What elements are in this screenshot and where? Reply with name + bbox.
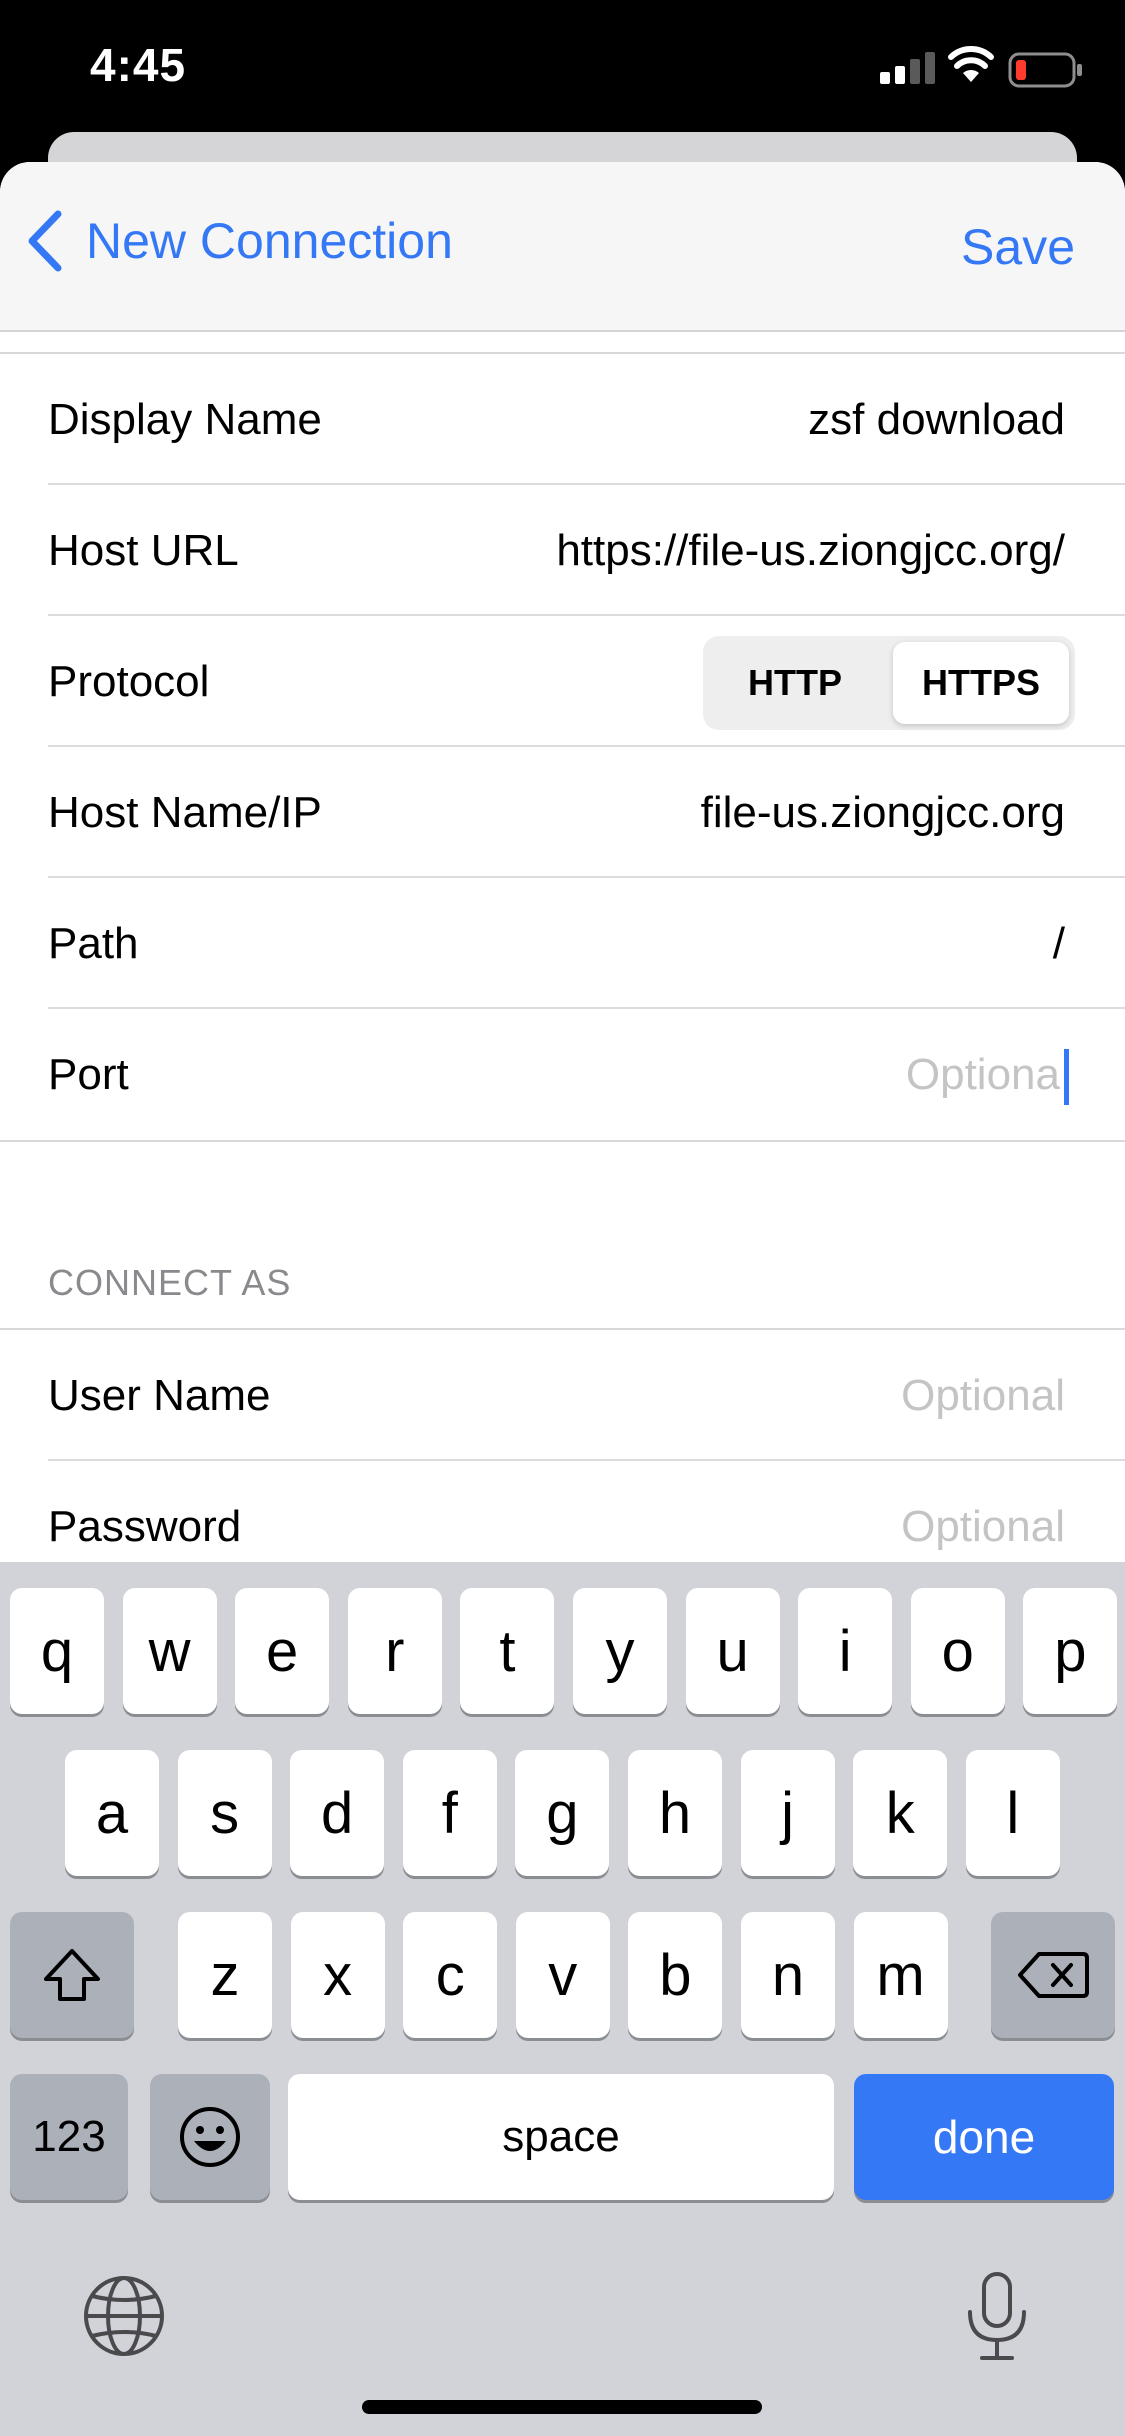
port-label: Port — [48, 1050, 129, 1099]
protocol-row: Protocol HTTP HTTPS — [0, 616, 1125, 747]
user-name-row[interactable]: User Name Optional — [0, 1330, 1125, 1461]
key-n[interactable]: n — [741, 1912, 835, 2038]
status-time: 4:45 — [90, 39, 187, 91]
display-name-row[interactable]: Display Name zsf download — [0, 354, 1125, 485]
text-cursor — [1064, 1049, 1069, 1106]
shift-icon — [44, 1949, 100, 2001]
user-name-field[interactable]: Optional — [901, 1330, 1065, 1461]
group-bottom-border — [0, 1140, 1125, 1142]
key-b[interactable]: b — [628, 1912, 723, 2038]
port-placeholder: Optiona — [905, 1050, 1060, 1099]
key-z[interactable]: z — [178, 1912, 272, 2038]
port-field[interactable]: Optiona — [906, 1009, 1069, 1140]
user-name-label: User Name — [48, 1371, 271, 1420]
microphone-icon — [968, 2272, 1026, 2360]
key-e[interactable]: e — [235, 1588, 330, 1714]
back-button[interactable]: New Connection — [24, 210, 453, 272]
key-k[interactable]: k — [853, 1750, 948, 1876]
host-url-row[interactable]: Host URL https://file-us.ziongjcc.org/ — [0, 485, 1125, 616]
key-a[interactable]: a — [65, 1750, 159, 1876]
key-t[interactable]: t — [460, 1588, 555, 1714]
display-name-label: Display Name — [48, 395, 322, 444]
chevron-left-icon — [28, 210, 62, 272]
path-label: Path — [48, 919, 139, 968]
key-o[interactable]: o — [910, 1588, 1005, 1714]
protocol-option-https[interactable]: HTTPS — [893, 642, 1069, 724]
save-button[interactable]: Save — [961, 218, 1075, 276]
protocol-option-http[interactable]: HTTP — [709, 642, 881, 724]
host-url-label: Host URL — [48, 526, 239, 575]
key-f[interactable]: f — [402, 1750, 497, 1876]
key-q[interactable]: q — [10, 1588, 104, 1714]
navigation-bar: New Connection Save — [0, 162, 1125, 332]
key-v[interactable]: v — [515, 1912, 610, 2038]
emoji-icon — [180, 2107, 240, 2167]
display-name-field[interactable]: zsf download — [808, 354, 1065, 485]
back-label: New Connection — [86, 213, 453, 269]
connect-as-header: CONNECT AS — [48, 1262, 292, 1303]
status-bar: 4:45 — [0, 0, 1125, 130]
key-m[interactable]: m — [853, 1912, 948, 2038]
key-d[interactable]: d — [290, 1750, 385, 1876]
key-l[interactable]: l — [965, 1750, 1060, 1876]
key-i[interactable]: i — [798, 1588, 893, 1714]
cellular-signal-icon — [880, 52, 935, 84]
key-r[interactable]: r — [347, 1588, 442, 1714]
port-row[interactable]: Port Optiona — [0, 1009, 1125, 1140]
dictation-button[interactable] — [962, 2270, 1032, 2367]
host-url-field[interactable]: https://file-us.ziongjcc.org/ — [556, 485, 1065, 616]
host-name-row[interactable]: Host Name/IP file-us.ziongjcc.org — [0, 747, 1125, 878]
wifi-icon — [948, 46, 994, 82]
space-key[interactable]: space — [288, 2074, 834, 2200]
host-name-field[interactable]: file-us.ziongjcc.org — [701, 747, 1065, 878]
key-p[interactable]: p — [1023, 1588, 1118, 1714]
path-row[interactable]: Path / — [0, 878, 1125, 1009]
key-y[interactable]: y — [573, 1588, 667, 1714]
key-s[interactable]: s — [177, 1750, 272, 1876]
done-key[interactable]: done — [854, 2074, 1114, 2200]
home-indicator — [362, 2400, 762, 2414]
numbers-key[interactable]: 123 — [10, 2074, 128, 2200]
backspace-icon — [1018, 1952, 1089, 1998]
globe-icon — [84, 2276, 164, 2356]
host-name-label: Host Name/IP — [48, 788, 322, 837]
delete-key[interactable] — [991, 1912, 1115, 2038]
key-g[interactable]: g — [515, 1750, 610, 1876]
key-c[interactable]: c — [403, 1912, 498, 2038]
globe-button[interactable] — [82, 2274, 166, 2363]
keyboard: qwertyuiop asdfghjkl zxcvbnm 123 space d… — [0, 1562, 1125, 2436]
protocol-label: Protocol — [48, 657, 210, 706]
key-h[interactable]: h — [628, 1750, 722, 1876]
key-x[interactable]: x — [290, 1912, 385, 2038]
battery-icon — [1008, 52, 1082, 88]
path-field[interactable]: / — [1053, 878, 1065, 1009]
key-u[interactable]: u — [685, 1588, 780, 1714]
protocol-segmented-control[interactable]: HTTP HTTPS — [703, 636, 1075, 730]
shift-key[interactable] — [10, 1912, 134, 2038]
key-w[interactable]: w — [122, 1588, 217, 1714]
emoji-key[interactable] — [150, 2074, 270, 2200]
key-j[interactable]: j — [740, 1750, 835, 1876]
